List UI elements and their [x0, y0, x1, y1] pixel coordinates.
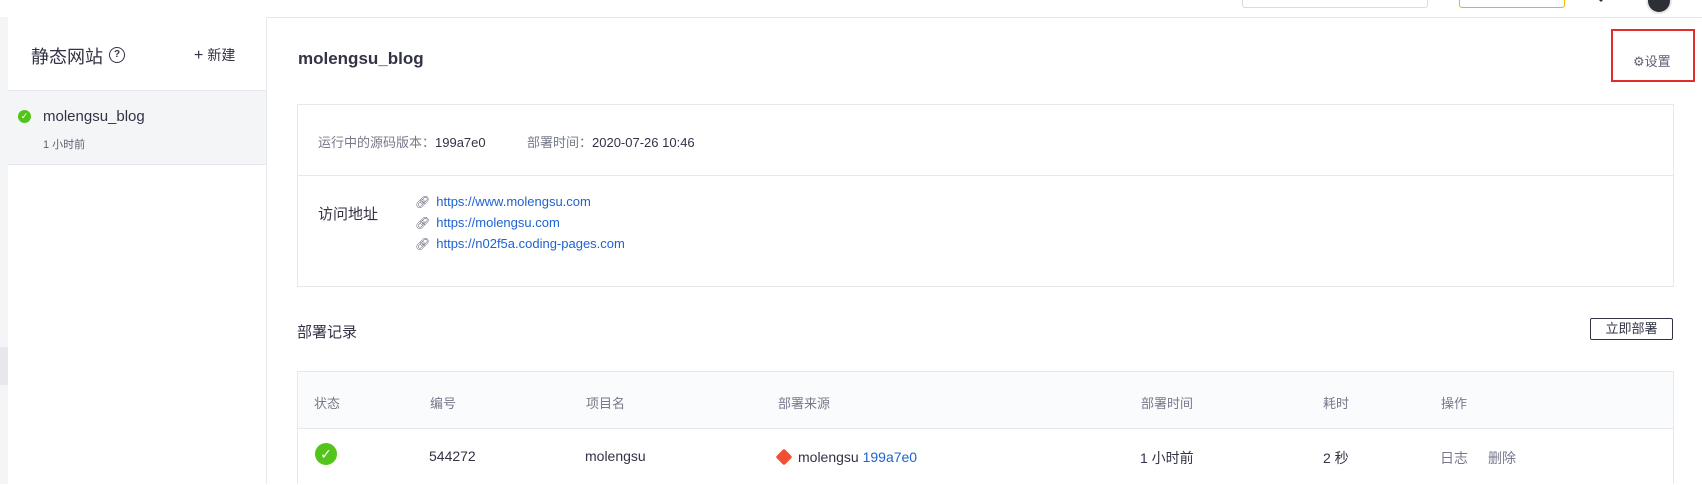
row-duration: 2 秒	[1323, 450, 1349, 466]
version-info: 运行中的源码版本：199a7e0	[318, 132, 486, 151]
url-link-text[interactable]: https://molengsu.com	[436, 215, 560, 230]
deploy-now-button[interactable]: 立即部署	[1590, 318, 1673, 340]
deploy-time-info: 部署时间：2020-07-26 10:46	[527, 132, 695, 151]
top-search-input[interactable]	[1242, 0, 1428, 8]
sidebar-title: 静态网站	[31, 47, 103, 67]
delete-link[interactable]: 删除	[1488, 448, 1516, 468]
url-link[interactable]: 🔗︎ https://www.molengsu.com	[415, 194, 591, 209]
row-source: molengsu 199a7e0	[774, 448, 918, 466]
url-link-text[interactable]: https://www.molengsu.com	[436, 194, 591, 209]
settings-label: 设置	[1644, 54, 1671, 69]
url-link[interactable]: 🔗︎ https://n02f5a.coding-pages.com	[415, 236, 625, 251]
question-circle-icon[interactable]: ?	[109, 47, 125, 63]
site-info-card: 运行中的源码版本：199a7e0 部署时间：2020-07-26 10:46 访…	[297, 104, 1674, 287]
top-bar	[0, 0, 1702, 18]
gear-icon: ⚙	[1633, 54, 1645, 69]
success-check-icon: ✓	[315, 443, 337, 465]
col-actions: 操作	[1441, 396, 1468, 411]
col-id: 编号	[430, 396, 457, 411]
col-project: 项目名	[586, 396, 626, 411]
page-title: molengsu_blog	[298, 49, 424, 68]
deploy-records-title: 部署记录	[297, 324, 358, 341]
row-project: molengsu	[585, 448, 646, 464]
plus-icon: +	[194, 47, 204, 64]
user-avatar[interactable]	[1646, 0, 1672, 14]
version-row: 运行中的源码版本：199a7e0 部署时间：2020-07-26 10:46	[298, 105, 1673, 176]
global-nav-active-marker	[0, 347, 8, 385]
commit-link[interactable]: 199a7e0	[863, 449, 918, 465]
col-duration: 耗时	[1323, 396, 1350, 411]
access-address-label: 访问地址	[318, 206, 379, 223]
url-link[interactable]: 🔗︎ https://molengsu.com	[415, 215, 560, 230]
col-status: 状态	[314, 396, 341, 411]
new-site-button[interactable]: + 新建	[194, 45, 235, 65]
new-site-label: 新建	[207, 47, 236, 63]
table-header: 状态 编号 项目名 部署来源 部署时间 耗时 操作	[298, 372, 1673, 429]
sidebar-item-label: molengsu_blog	[43, 108, 145, 125]
link-icon: 🔗︎	[415, 195, 431, 209]
col-deploy-time: 部署时间	[1141, 396, 1194, 411]
top-action-button[interactable]	[1459, 0, 1565, 8]
link-icon: 🔗︎	[415, 216, 431, 230]
sidebar-item-time: 1 小时前	[43, 139, 86, 151]
version-value: 199a7e0	[435, 135, 486, 150]
col-source: 部署来源	[778, 396, 831, 411]
sidebar-header: 静态网站 ? + 新建	[8, 17, 266, 91]
deploy-records-table: 状态 编号 项目名 部署来源 部署时间 耗时 操作 ✓ 544272 molen…	[297, 371, 1674, 484]
settings-button[interactable]: ⚙设置	[1633, 51, 1671, 70]
sidebar: 静态网站 ? + 新建 ✓ molengsu_blog 1 小时前	[8, 17, 267, 484]
deploy-time-label: 部署时间：	[527, 135, 593, 150]
success-check-icon: ✓	[18, 110, 31, 123]
table-row: ✓ 544272 molengsu molengsu 199a7e0 1 小时前…	[298, 429, 1673, 485]
git-icon	[775, 448, 793, 466]
version-label: 运行中的源码版本：	[318, 135, 436, 150]
row-deploy-time: 1 小时前	[1140, 450, 1194, 466]
log-link[interactable]: 日志	[1440, 448, 1468, 468]
source-repo: molengsu	[798, 449, 859, 465]
url-link-text[interactable]: https://n02f5a.coding-pages.com	[436, 236, 625, 251]
row-id: 544272	[429, 448, 476, 464]
deploy-time-value: 2020-07-26 10:46	[592, 135, 695, 150]
chevron-down-icon[interactable]	[1596, 0, 1606, 4]
link-icon: 🔗︎	[415, 237, 431, 251]
sidebar-item-molengsu-blog[interactable]: ✓ molengsu_blog 1 小时前	[8, 91, 266, 165]
